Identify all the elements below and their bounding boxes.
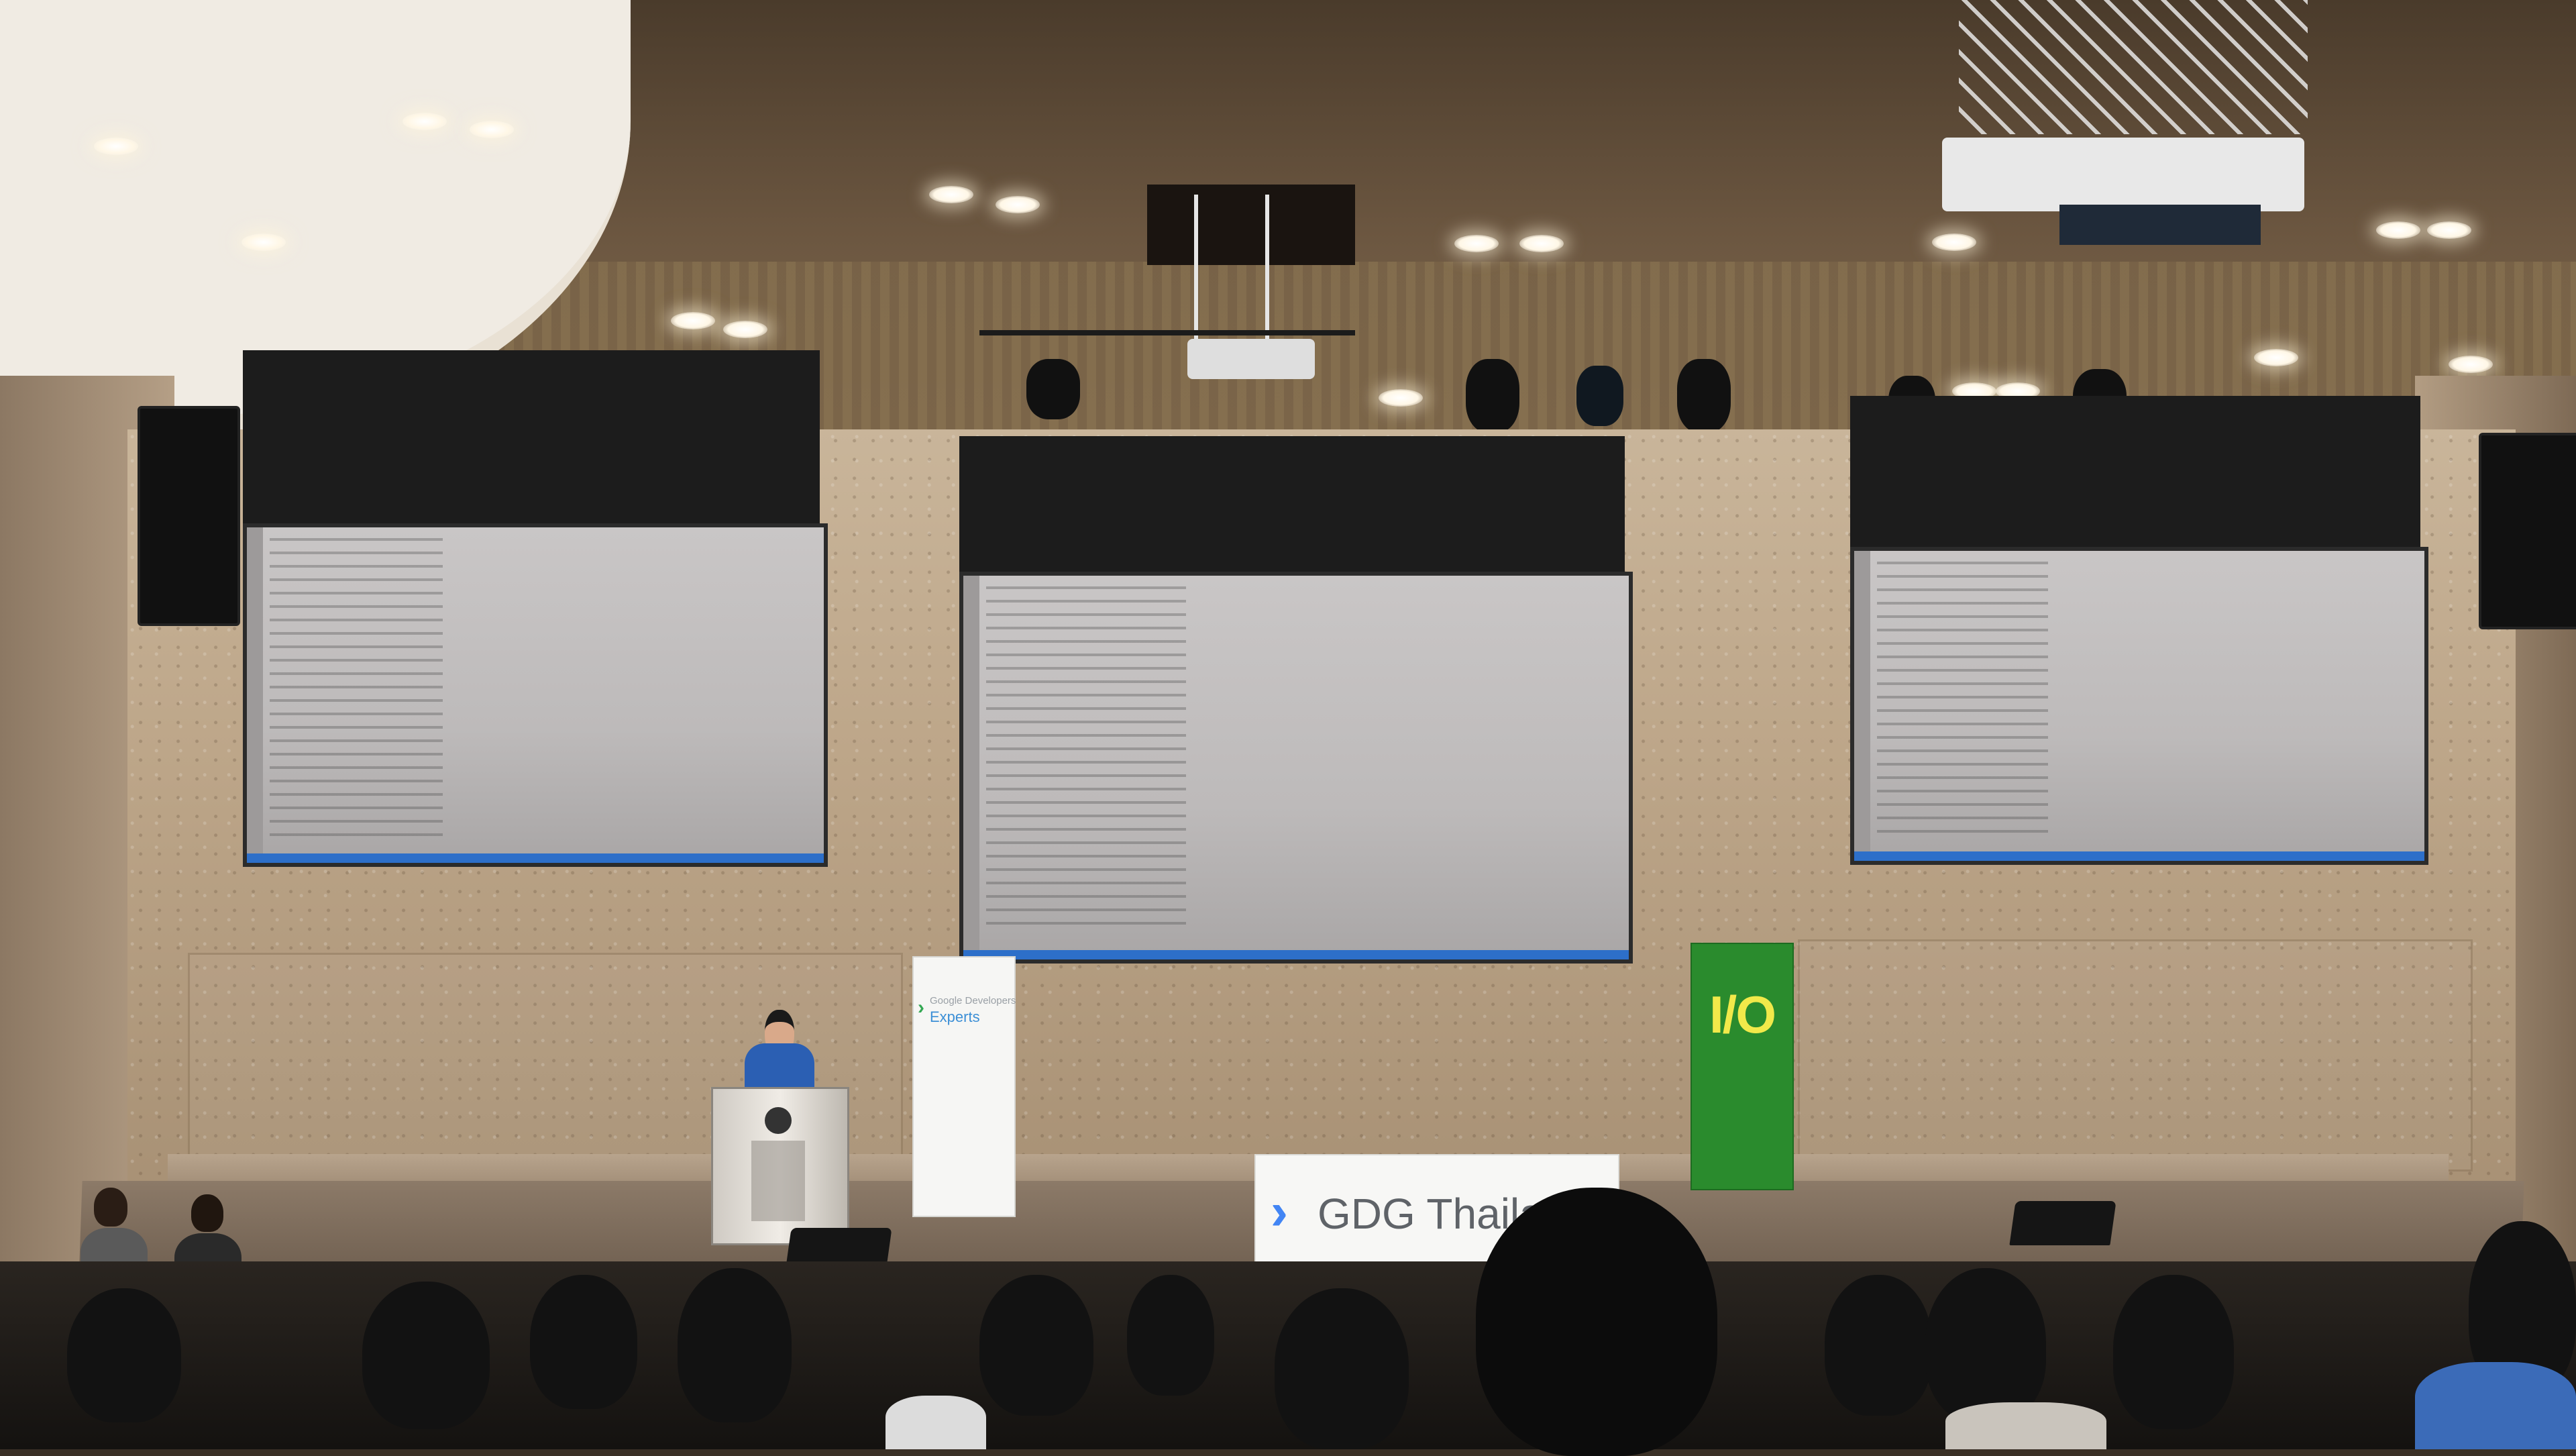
ceiling-downlight	[996, 196, 1040, 213]
ceiling-downlight	[671, 312, 715, 329]
projector-mount	[1942, 138, 2304, 211]
staff-head	[94, 1188, 127, 1227]
podium-logo	[765, 1107, 792, 1134]
projection-screen-left	[243, 523, 828, 867]
audience-head	[530, 1275, 637, 1409]
ceiling-downlight	[402, 113, 447, 130]
screen-housing-left	[243, 350, 820, 552]
lighting-bar	[979, 330, 1355, 335]
stage-light	[1677, 359, 1731, 433]
ceiling-downlight	[1379, 389, 1423, 407]
speaker-right	[2479, 433, 2576, 629]
editor-file-tree	[1877, 562, 2048, 841]
stage-light	[1576, 366, 1623, 426]
audience-shirt	[885, 1396, 986, 1449]
staff-head	[191, 1194, 223, 1232]
ceiling-downlight	[1519, 235, 1564, 252]
editor-status-bar	[247, 853, 824, 863]
projection-screen-center	[959, 572, 1633, 964]
stage-light	[1466, 359, 1519, 433]
gdg-chevron-icon: ›	[1271, 1182, 1288, 1241]
editor-file-tree	[986, 586, 1186, 932]
audience-head	[1275, 1288, 1409, 1449]
projection-screen-right	[1850, 547, 2428, 865]
ceiling-downlight	[2449, 356, 2493, 373]
audience-head	[67, 1288, 181, 1422]
audience-shirt	[2415, 1362, 2576, 1449]
ceiling-downlight	[2427, 221, 2471, 239]
audience-head-foreground	[1476, 1188, 1717, 1456]
projector-lift	[1194, 195, 1269, 362]
ceiling-downlight	[1454, 235, 1499, 252]
ceiling-downlight	[94, 138, 138, 155]
gde-banner: › Google Developers Experts	[912, 956, 1016, 1217]
screen-housing-center	[959, 436, 1625, 584]
podium-nameplate	[751, 1141, 805, 1221]
projector-lift-truss	[1959, 0, 2308, 134]
projector	[1187, 339, 1315, 379]
ceiling-downlight	[929, 186, 973, 203]
audience-head	[362, 1282, 490, 1429]
wall-panel	[1798, 939, 2473, 1172]
gde-banner-line1: Google Developers	[930, 995, 1016, 1006]
io-banner: I/O	[1690, 943, 1794, 1190]
audience-shirt	[1945, 1402, 2106, 1449]
ceiling-downlight	[723, 321, 767, 338]
gde-logo-icon: ›	[918, 996, 924, 1019]
audience-head	[2113, 1275, 2234, 1429]
presenter	[745, 1043, 814, 1090]
ceiling-downlight	[2376, 221, 2420, 239]
ceiling-downlight	[241, 233, 286, 251]
projector	[2059, 205, 2261, 245]
stage-monitor-right	[2009, 1201, 2116, 1245]
ceiling-downlight	[1932, 233, 1976, 251]
editor-activity-bar	[963, 576, 979, 959]
ceiling-downlight	[470, 121, 514, 138]
audience-head	[678, 1268, 792, 1422]
editor-file-tree	[270, 538, 443, 840]
audience-head	[1925, 1268, 2046, 1422]
editor-activity-bar	[1854, 551, 1870, 861]
io-logo-text: I/O	[1709, 985, 1776, 1044]
audience-head	[979, 1275, 1093, 1416]
audience-head	[1825, 1275, 1932, 1416]
audience-head	[1127, 1275, 1214, 1396]
speaker-left	[138, 406, 240, 626]
screen-housing-right	[1850, 396, 2420, 570]
editor-activity-bar	[247, 527, 263, 863]
editor-status-bar	[963, 950, 1629, 959]
editor-status-bar	[1854, 851, 2424, 861]
ceiling-downlight	[2254, 349, 2298, 366]
audience	[0, 1188, 2576, 1456]
stage-light	[1026, 359, 1080, 419]
gde-banner-line2: Experts	[930, 1008, 980, 1025]
